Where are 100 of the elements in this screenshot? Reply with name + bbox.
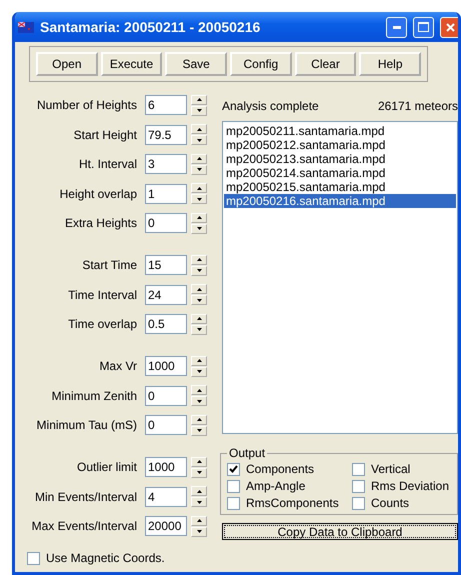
spin-down-button[interactable] xyxy=(191,224,207,234)
minimize-button[interactable] xyxy=(386,16,407,38)
toolbar-button[interactable]: Help xyxy=(359,52,422,76)
flag-icon xyxy=(18,22,34,32)
toolbar-button[interactable]: Save xyxy=(165,52,228,76)
checkbox[interactable] xyxy=(352,480,365,492)
down-arrow-icon xyxy=(196,328,202,331)
field-label: Minimum Zenith xyxy=(50,388,138,402)
spin-up-button[interactable] xyxy=(191,124,207,134)
down-arrow-icon xyxy=(196,429,202,432)
field-label: Start Height xyxy=(72,128,138,142)
file-item[interactable]: mp20050216.santamaria.mpd xyxy=(224,194,456,208)
checkbox[interactable] xyxy=(352,496,365,510)
copy-button[interactable]: Copy Data to Clipboard xyxy=(222,523,458,540)
spin-up-button[interactable] xyxy=(191,356,207,366)
spin-down-button[interactable] xyxy=(191,324,207,334)
field-label: Extra Heights xyxy=(64,216,138,230)
number-field[interactable]: 4 xyxy=(145,486,187,506)
number-field[interactable]: 0 xyxy=(145,213,187,233)
spin-up-button[interactable] xyxy=(191,94,207,104)
down-arrow-icon xyxy=(196,471,202,474)
number-field[interactable]: 79.5 xyxy=(145,124,187,144)
number-field[interactable]: 24 xyxy=(145,284,187,304)
up-arrow-icon xyxy=(196,519,202,522)
number-field[interactable]: 0 xyxy=(145,386,187,406)
up-arrow-icon xyxy=(196,216,202,219)
field-label: Number of Heights xyxy=(36,98,138,112)
spin-down-button[interactable] xyxy=(191,526,207,536)
number-field[interactable]: 1000 xyxy=(145,356,187,376)
spin-up-button[interactable] xyxy=(191,183,207,193)
checkbox[interactable] xyxy=(352,462,365,476)
up-arrow-icon xyxy=(196,258,202,261)
up-arrow-icon xyxy=(196,98,202,101)
field-label: Outlier limit xyxy=(76,460,138,474)
spin-up-button[interactable] xyxy=(191,212,207,222)
toolbar-button[interactable]: Config xyxy=(230,52,292,76)
spin-up-button[interactable] xyxy=(191,414,207,424)
spin-up-button[interactable] xyxy=(191,154,207,164)
checkbox[interactable] xyxy=(227,480,240,492)
toolbar-button[interactable]: Execute xyxy=(100,52,162,76)
group-title: Output xyxy=(228,446,266,460)
file-item[interactable]: mp20050211.santamaria.mpd xyxy=(224,124,456,138)
up-arrow-icon xyxy=(196,317,202,320)
toolbar-button[interactable]: Clear xyxy=(294,52,356,76)
up-arrow-icon xyxy=(196,186,202,190)
window-title: Santamaria: 20050211 - 20050216 xyxy=(40,19,262,35)
maximize-button[interactable] xyxy=(413,16,434,38)
close-icon xyxy=(446,22,455,32)
number-field[interactable]: 20000 xyxy=(145,516,187,536)
checkbox-label: Use Magnetic Coords. xyxy=(46,551,165,565)
file-item[interactable]: mp20050213.santamaria.mpd xyxy=(224,152,456,166)
checkbox[interactable] xyxy=(227,496,240,510)
down-arrow-icon xyxy=(196,138,202,142)
spin-down-button[interactable] xyxy=(191,468,207,478)
spin-up-button[interactable] xyxy=(191,314,207,324)
spin-down-button[interactable] xyxy=(191,396,207,406)
toolbar-button[interactable]: Open xyxy=(36,52,98,76)
file-item[interactable]: mp20050212.santamaria.mpd xyxy=(224,138,456,152)
status-message: Analysis complete xyxy=(222,99,319,113)
spin-down-button[interactable] xyxy=(191,497,207,507)
spin-up-button[interactable] xyxy=(191,254,207,264)
checkbox-label: Components xyxy=(246,462,314,476)
minimize-icon xyxy=(392,26,400,28)
number-field[interactable]: 6 xyxy=(145,95,187,115)
number-field[interactable]: 3 xyxy=(145,154,187,174)
up-arrow-icon xyxy=(196,388,202,392)
close-button[interactable] xyxy=(440,16,458,38)
checkbox[interactable] xyxy=(227,462,240,476)
spin-up-button[interactable] xyxy=(191,516,207,526)
spin-up-button[interactable] xyxy=(191,486,207,496)
down-arrow-icon xyxy=(196,227,202,230)
up-arrow-icon xyxy=(196,157,202,160)
spin-up-button[interactable] xyxy=(191,284,207,294)
checkbox[interactable] xyxy=(27,552,40,564)
spin-down-button[interactable] xyxy=(191,106,207,116)
field-label: Time Interval xyxy=(67,288,138,302)
number-field[interactable]: 0.5 xyxy=(145,314,187,334)
number-field[interactable]: 1000 xyxy=(145,457,187,477)
spin-up-button[interactable] xyxy=(191,456,207,466)
field-label: Max Events/Interval xyxy=(30,519,138,533)
spin-down-button[interactable] xyxy=(191,194,207,204)
spin-up-button[interactable] xyxy=(191,385,207,395)
file-item[interactable]: mp20050215.santamaria.mpd xyxy=(224,180,456,194)
number-field[interactable]: 0 xyxy=(145,415,187,435)
spin-down-button[interactable] xyxy=(191,426,207,436)
spin-down-button[interactable] xyxy=(191,164,207,174)
checkbox-label: RmsComponents xyxy=(246,496,339,510)
file-item[interactable]: mp20050214.santamaria.mpd xyxy=(224,166,456,180)
up-arrow-icon xyxy=(196,490,202,492)
down-arrow-icon xyxy=(196,530,202,533)
spin-down-button[interactable] xyxy=(191,295,207,305)
spin-down-button[interactable] xyxy=(191,366,207,376)
spin-down-button[interactable] xyxy=(191,135,207,145)
checkbox-label: Vertical xyxy=(371,462,410,476)
number-field[interactable]: 15 xyxy=(145,255,187,275)
up-arrow-icon xyxy=(196,288,202,290)
down-arrow-icon xyxy=(196,109,202,112)
spin-down-button[interactable] xyxy=(191,266,207,276)
number-field[interactable]: 1 xyxy=(145,184,187,204)
field-label: Height overlap xyxy=(58,186,138,200)
